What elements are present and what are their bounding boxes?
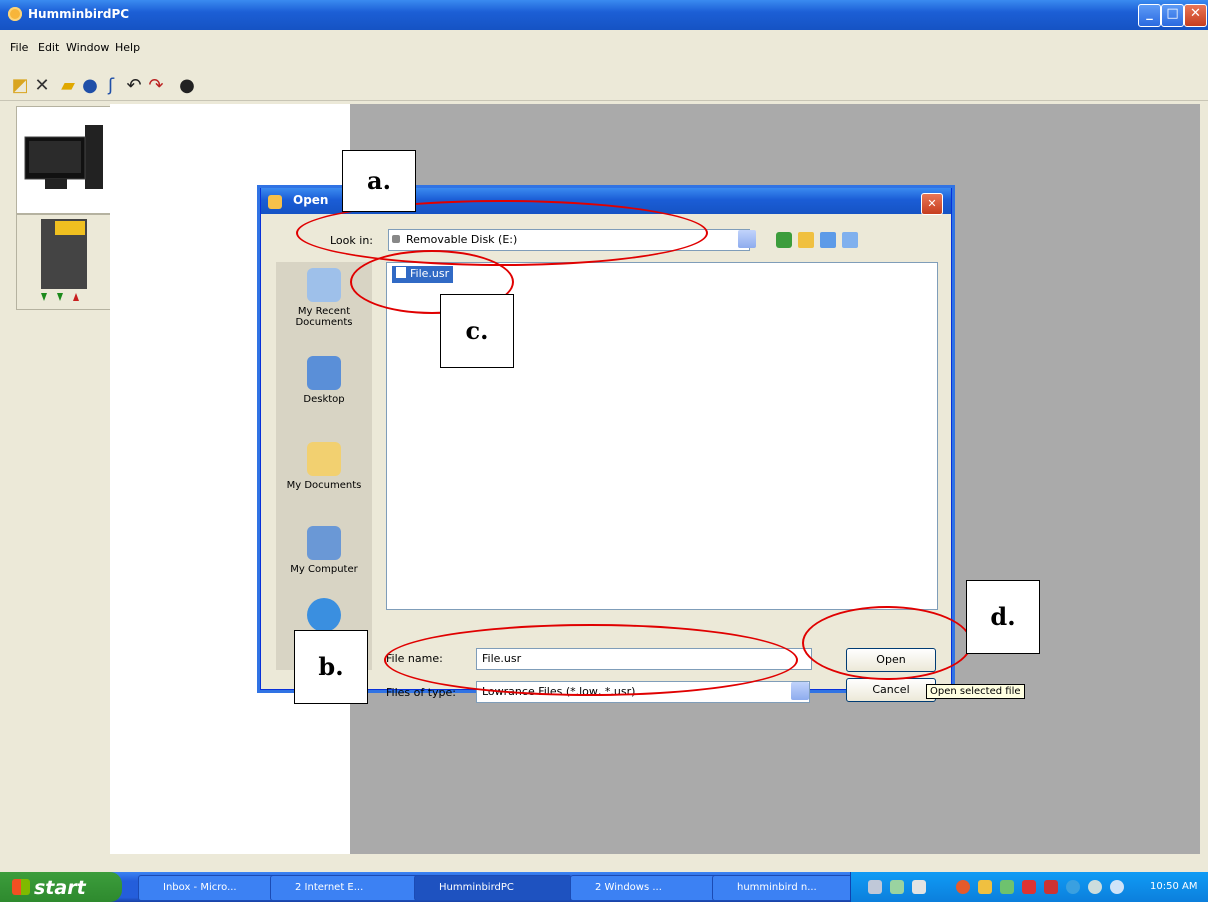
record-icon[interactable]: ● bbox=[177, 76, 197, 96]
place-label: My Recent Documents bbox=[295, 306, 353, 328]
look-in-dropdown-arrow[interactable] bbox=[738, 230, 756, 248]
close-icon: ✕ bbox=[927, 197, 937, 210]
new-folder-icon[interactable] bbox=[798, 232, 814, 248]
clock: 10:50 AM bbox=[1150, 881, 1198, 892]
my-documents-icon bbox=[307, 442, 341, 476]
tray-icon[interactable] bbox=[1044, 880, 1058, 894]
cancel-button[interactable]: Cancel bbox=[846, 678, 936, 702]
dialog-app-icon bbox=[268, 195, 282, 209]
annotation-label-a: a. bbox=[342, 150, 416, 212]
taskbar-item-windows-explorer[interactable]: 2 Windows ... bbox=[570, 875, 728, 901]
details-view-icon[interactable] bbox=[842, 232, 858, 248]
files-of-type-dropdown-arrow[interactable] bbox=[791, 682, 809, 700]
place-label: My Documents bbox=[286, 480, 362, 491]
tray-icon[interactable] bbox=[956, 880, 970, 894]
new-icon[interactable]: ◩ bbox=[10, 76, 30, 96]
open-button-tooltip: Open selected file bbox=[926, 684, 1025, 699]
route-icon[interactable]: ʃ bbox=[101, 76, 121, 96]
humminbird-app-icon bbox=[8, 7, 22, 21]
taskbar-item-inbox[interactable]: Inbox - Micro... bbox=[138, 875, 284, 901]
tray-icon[interactable] bbox=[1000, 880, 1014, 894]
close-button[interactable]: ✕ bbox=[1184, 4, 1207, 27]
undo-icon[interactable]: ↶ bbox=[124, 76, 144, 96]
minimize-icon: _ bbox=[1146, 6, 1153, 21]
menu-bar bbox=[0, 30, 1208, 54]
menu-edit[interactable]: Edit bbox=[38, 41, 59, 54]
globe-icon[interactable]: ● bbox=[80, 76, 100, 96]
sd-card-icon bbox=[41, 219, 87, 301]
files-of-type-label: Files of type: bbox=[386, 686, 457, 699]
computer-icon bbox=[24, 125, 103, 189]
recent-documents-icon bbox=[307, 268, 341, 302]
up-folder-icon[interactable] bbox=[776, 232, 792, 248]
open-dialog-title: Open bbox=[293, 193, 329, 207]
start-label: start bbox=[34, 877, 86, 899]
delete-icon[interactable]: ✕ bbox=[32, 76, 52, 96]
tray-icon[interactable] bbox=[890, 880, 904, 894]
tray-icon[interactable] bbox=[1110, 880, 1124, 894]
tray-icon[interactable] bbox=[978, 880, 992, 894]
app-title: HumminbirdPC bbox=[28, 7, 130, 21]
menu-file[interactable]: File bbox=[10, 41, 28, 54]
place-label: Desktop bbox=[303, 394, 345, 405]
close-icon: ✕ bbox=[1190, 6, 1201, 21]
network-icon bbox=[307, 598, 341, 632]
taskbar-item-humminbird-doc[interactable]: humminbird n... bbox=[712, 875, 868, 901]
place-desktop[interactable]: Desktop bbox=[276, 356, 372, 405]
place-my-computer[interactable]: My Computer bbox=[276, 526, 372, 575]
pc-device-tab[interactable] bbox=[16, 106, 112, 214]
desktop-icon bbox=[307, 356, 341, 390]
windows-logo-icon bbox=[12, 879, 30, 895]
tray-icon[interactable] bbox=[912, 880, 926, 894]
place-label: My Computer bbox=[290, 564, 358, 575]
annotation-label-b: b. bbox=[294, 630, 368, 704]
menu-help[interactable]: Help bbox=[115, 41, 140, 54]
dialog-close-button[interactable]: ✕ bbox=[921, 193, 943, 215]
redo-icon[interactable]: ↷ bbox=[146, 76, 166, 96]
memory-card-tab[interactable] bbox=[16, 214, 112, 310]
tray-icon[interactable] bbox=[1088, 880, 1102, 894]
maximize-button[interactable]: □ bbox=[1161, 4, 1184, 27]
tray-icon[interactable] bbox=[1066, 880, 1080, 894]
place-my-documents[interactable]: My Documents bbox=[276, 442, 372, 491]
annotation-label-c: c. bbox=[440, 294, 514, 368]
annotation-oval-b bbox=[384, 624, 798, 696]
taskbar-item-internet-explorer[interactable]: 2 Internet E... bbox=[270, 875, 428, 901]
open-folder-icon[interactable]: ▰ bbox=[58, 76, 78, 96]
tray-icon[interactable] bbox=[868, 880, 882, 894]
annotation-oval-d bbox=[802, 606, 972, 680]
maximize-icon: □ bbox=[1166, 6, 1179, 21]
view-menu-icon[interactable] bbox=[820, 232, 836, 248]
minimize-button[interactable]: _ bbox=[1138, 4, 1161, 27]
app-title-bar bbox=[0, 0, 1208, 30]
menu-window[interactable]: Window bbox=[66, 41, 109, 54]
taskbar-item-humminbirdpc[interactable]: HumminbirdPC bbox=[414, 875, 572, 901]
annotation-label-d: d. bbox=[966, 580, 1040, 654]
my-computer-icon bbox=[307, 526, 341, 560]
tray-icon[interactable] bbox=[1022, 880, 1036, 894]
